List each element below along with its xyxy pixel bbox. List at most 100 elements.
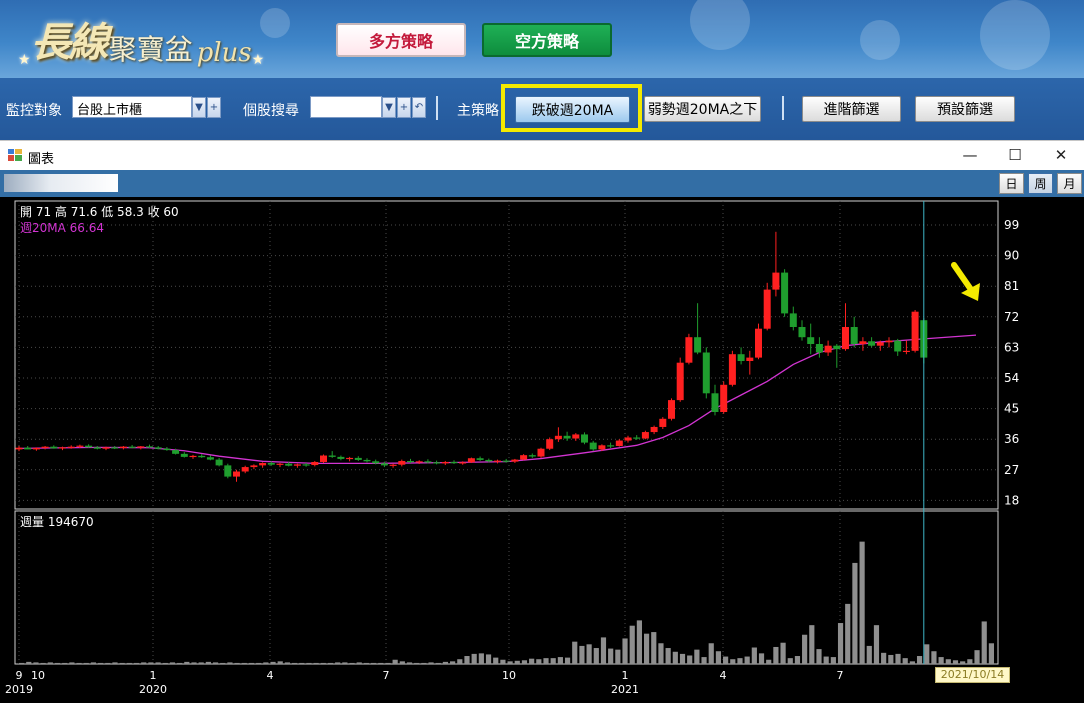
maximize-icon[interactable]: ☐ [1005,146,1025,164]
candle-body [320,455,327,462]
divider [782,96,784,120]
candle-body [259,463,267,466]
volume-bar [557,657,563,664]
volume-bar [428,662,434,664]
candle-body [163,448,171,451]
price-tick-label: 36 [1004,432,1019,446]
price-tick-label: 90 [1004,249,1019,263]
price-tick-label: 27 [1004,463,1019,477]
candle-body [172,450,180,454]
plus-icon[interactable]: + [397,97,411,118]
candle-body [711,393,719,412]
volume-bar [248,662,255,664]
volume-bar [464,656,470,664]
volume-bar [952,660,959,664]
volume-bar [960,661,966,664]
candle-body [676,362,684,401]
volume-bar [974,650,980,664]
volume-bar [845,603,851,664]
volume-bar [816,649,822,664]
candle-body [285,463,293,466]
candle-body [250,465,258,468]
candle-body [415,461,423,463]
stock-search-input[interactable] [310,96,382,118]
highlight-box [501,84,642,132]
volume-bar [371,662,377,664]
volume-bar [859,541,865,664]
candle-body [694,337,702,353]
volume-bar [651,632,657,664]
candle-body [789,313,797,327]
candle-body [511,459,519,462]
volume-bar [521,660,528,664]
volume-bar [988,643,994,664]
volume-bar [378,662,384,664]
volume-bar [392,659,398,664]
volume-bar [543,658,549,664]
volume-bar [938,657,944,664]
volume-bar [40,662,46,664]
time-tick-label: 1 [622,669,629,682]
app-banner: ★ 長線 聚寶盆 plus ★ 多方策略 空方策略 [0,0,1084,78]
candle-body [276,463,284,465]
stock-chart[interactable]: 99 90 81 72 63 54 45 36 27 18 9 2019 10 1 2020 4 7 10 1 202… [0,197,1084,703]
volume-bar [787,658,793,664]
volume-bar [564,657,571,664]
period-day-button[interactable]: 日 [999,173,1024,194]
volume-bar [636,620,642,664]
long-strategy-button[interactable]: 多方策略 [336,23,466,57]
candle-body [328,455,336,457]
period-month-button[interactable]: 月 [1057,173,1082,194]
candle-body [876,342,884,346]
volume-bar [881,652,887,664]
candle-body [807,337,815,344]
candle-body [520,455,528,460]
logo-plus-text: plus [196,38,252,68]
candle-body [32,448,40,450]
period-week-button[interactable]: 周 [1028,173,1053,194]
candle-body [398,460,406,465]
candle-body [737,354,745,361]
candle-body [50,446,58,449]
minimize-icon[interactable]: — [960,146,980,164]
candle-body [815,344,823,353]
volume-bar [708,643,714,664]
candle-body [441,461,449,464]
price-tick-label: 18 [1004,493,1019,507]
volume-bar [629,625,635,664]
candle-body [119,446,127,449]
price-tick-label: 81 [1004,279,1019,293]
short-strategy-button[interactable]: 空方策略 [482,23,612,57]
candle-body [589,442,597,450]
volume-bar [76,662,82,664]
volume-bar [679,653,686,664]
chevron-down-icon[interactable]: ▼ [382,97,396,118]
volume-bar [794,656,801,664]
candle-body [598,445,606,450]
volume-bar [54,662,61,664]
volume-bar [227,662,233,664]
close-icon[interactable]: ✕ [1051,146,1071,164]
candle-body [781,272,789,314]
monitor-select[interactable]: 台股上市櫃 [72,96,192,118]
volume-bar [493,657,499,664]
candle-body [494,460,501,462]
weak-below-20ma-button[interactable]: 弱勢週20MA之下 [644,96,761,122]
volume-bar [485,654,492,664]
plus-icon[interactable]: + [207,97,221,118]
volume-bar [593,648,599,664]
star-icon: ★ [18,52,31,68]
advanced-filter-button[interactable]: 進階篩選 [802,96,901,122]
chevron-down-icon[interactable]: ▼ [192,97,206,118]
default-filter-button[interactable]: 預設篩選 [915,96,1015,122]
undo-icon[interactable]: ↶ [412,97,426,118]
candle-body [41,446,49,449]
volume-bar [643,633,650,664]
volume-bar [500,659,506,664]
ma20-readout: 週20MA 66.64 [20,221,105,235]
divider [436,96,438,120]
volume-bar [277,661,283,664]
volume-bar [291,662,298,664]
app-logo: ★ 長線 聚寶盆 plus ★ [18,6,264,68]
logo-main-text: 長線 [30,19,109,66]
